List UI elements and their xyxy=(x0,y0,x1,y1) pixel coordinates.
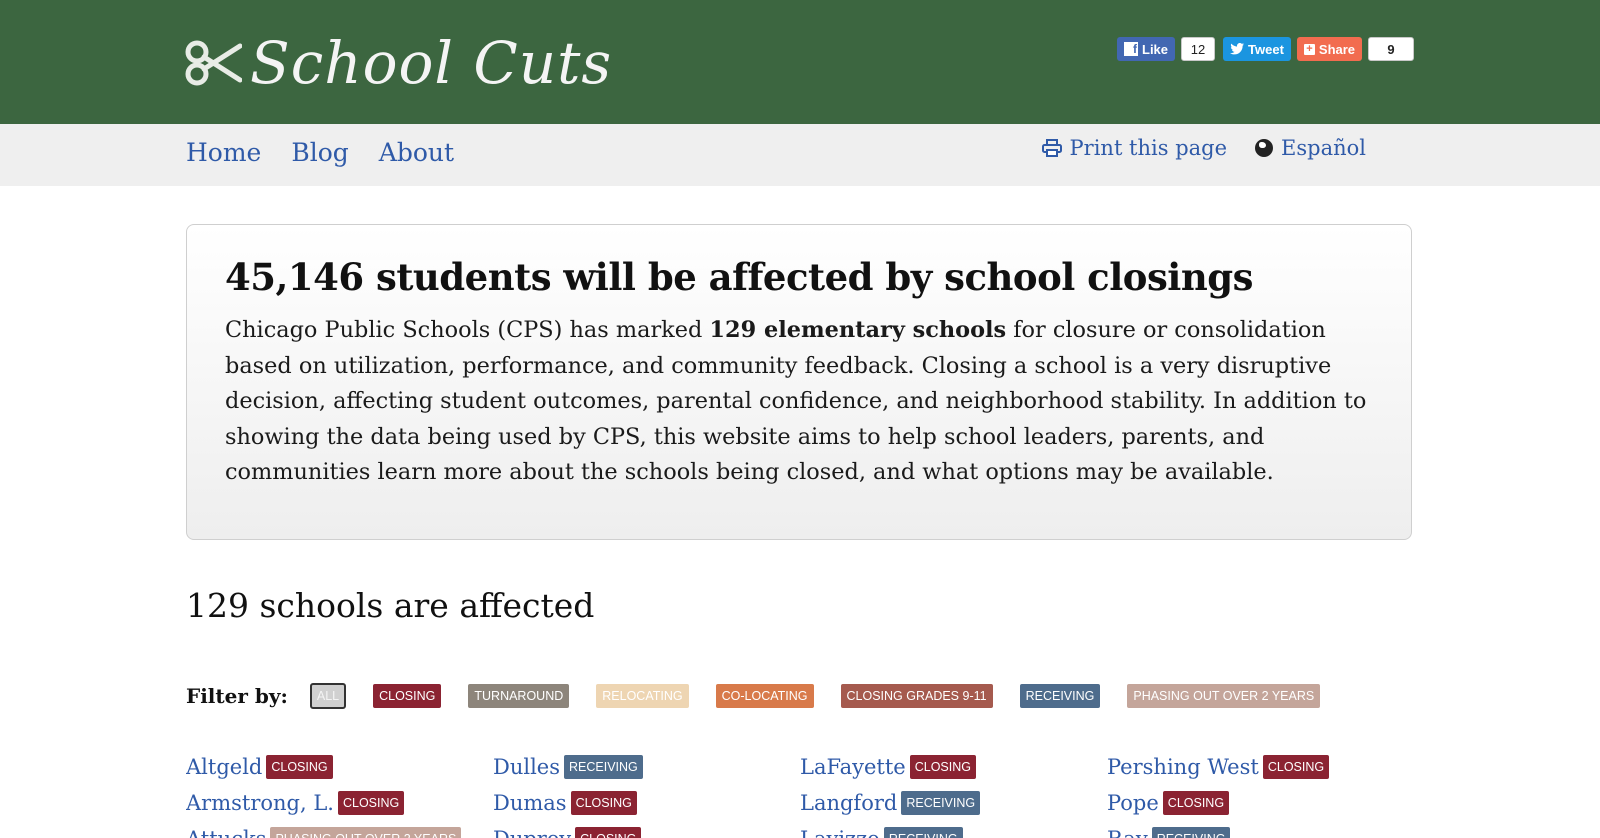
nav-utilities: Print this page Español xyxy=(1041,136,1366,160)
school-item: LavizzoRECEIVING xyxy=(800,824,1107,838)
hero-text-bold: 129 elementary schools xyxy=(709,317,1007,343)
social-buttons: f Like 12 Tweet + Share 9 xyxy=(1117,36,1422,62)
site-header: School Cuts f Like 12 Tweet + Share 9 xyxy=(0,0,1600,124)
plus-icon: + xyxy=(1303,43,1315,55)
tweet-button[interactable]: Tweet xyxy=(1223,37,1291,61)
facebook-icon: f xyxy=(1124,42,1138,56)
nav-about-link[interactable]: About xyxy=(379,138,454,167)
school-item: Duprey CLOSING xyxy=(493,824,800,838)
school-item: Langford RECEIVING xyxy=(800,788,1107,818)
printer-icon xyxy=(1041,139,1062,157)
status-badge: CLOSING xyxy=(1162,791,1230,815)
school-column: DullesRECEIVING DumasCLOSING DupreyCLOSI… xyxy=(493,752,800,838)
share-count: 9 xyxy=(1368,37,1415,61)
filter-co-locating[interactable]: CO-LOCATING xyxy=(715,684,814,708)
school-link[interactable]: Langford xyxy=(800,791,897,815)
share-button[interactable]: + Share xyxy=(1296,37,1363,61)
filter-label: Filter by: xyxy=(186,684,288,708)
school-column: AltgeldCLOSING Armstrong, L.CLOSING Attu… xyxy=(186,752,493,838)
like-count: 12 xyxy=(1181,37,1216,61)
status-badge: CLOSING xyxy=(266,755,333,779)
school-link[interactable]: Dulles xyxy=(493,755,560,779)
logo-text: School Cuts xyxy=(250,29,613,97)
filter-phasing-out[interactable]: PHASING OUT OVER 2 YEARS xyxy=(1127,684,1321,708)
scissors-icon xyxy=(185,40,242,86)
twitter-bird-icon xyxy=(1230,43,1245,55)
school-link[interactable]: Lavizzo xyxy=(800,827,880,838)
status-badge: RECEIVING xyxy=(901,791,981,815)
filter-bar: Filter by: ALL CLOSING TURNAROUND RELOCA… xyxy=(186,680,1347,712)
status-badge: CLOSING xyxy=(337,791,405,815)
language-label: Español xyxy=(1281,136,1366,160)
print-label: Print this page xyxy=(1069,136,1228,160)
language-link[interactable]: Español xyxy=(1255,136,1366,160)
school-item: Altgeld CLOSING xyxy=(186,752,493,782)
school-link[interactable]: Ray xyxy=(1107,827,1148,838)
filter-closing-grades[interactable]: CLOSING GRADES 9-11 xyxy=(840,684,993,708)
print-page-link[interactable]: Print this page xyxy=(1041,136,1228,160)
school-link[interactable]: Armstrong, L. xyxy=(186,791,334,815)
school-list: AltgeldCLOSING Armstrong, L.CLOSING Attu… xyxy=(186,752,1416,838)
hero-description: Chicago Public Schools (CPS) has marked … xyxy=(225,313,1373,491)
nav-bar: Home Blog About Print this page Español xyxy=(0,124,1600,186)
nav-home-link[interactable]: Home xyxy=(186,138,261,167)
filter-turnaround[interactable]: TURNAROUND xyxy=(468,684,570,708)
site-logo[interactable]: School Cuts xyxy=(184,28,612,98)
globe-icon xyxy=(1255,139,1274,157)
hero-text-part: Chicago Public Schools (CPS) has marked xyxy=(225,317,710,343)
school-link[interactable]: Attucks xyxy=(186,827,266,838)
hero-title: 45,146 students will be affected by scho… xyxy=(225,255,1253,299)
school-link[interactable]: Dumas xyxy=(493,791,567,815)
school-item: Attucks PHASING OUT OVER 2 YEARS xyxy=(186,824,493,838)
filter-closing[interactable]: CLOSING xyxy=(373,684,442,708)
school-item: Pershing West CLOSING xyxy=(1107,752,1414,782)
status-badge: CLOSING xyxy=(575,827,642,838)
status-badge: RECEIVING xyxy=(883,827,963,838)
school-item: LaFayette CLOSING xyxy=(800,752,1107,782)
filter-receiving[interactable]: RECEIVING xyxy=(1019,684,1101,708)
school-column: LaFayetteCLOSING LangfordRECEIVING Laviz… xyxy=(800,752,1107,838)
filter-relocating[interactable]: RELOCATING xyxy=(596,684,689,708)
school-link[interactable]: LaFayette xyxy=(800,755,906,779)
school-link[interactable]: Pershing West xyxy=(1107,755,1259,779)
status-badge: PHASING OUT OVER 2 YEARS xyxy=(270,827,462,838)
school-item: Armstrong, L. CLOSING xyxy=(186,788,493,818)
schools-section-title: 129 schools are affected xyxy=(186,586,595,625)
school-item: Dulles RECEIVING xyxy=(493,752,800,782)
school-link[interactable]: Duprey xyxy=(493,827,571,838)
school-item: Dumas CLOSING xyxy=(493,788,800,818)
status-badge: CLOSING xyxy=(570,791,637,815)
school-column: Pershing WestCLOSING PopeCLOSING RayRECE… xyxy=(1107,752,1414,838)
status-badge: CLOSING xyxy=(909,755,976,779)
nav-blog-link[interactable]: Blog xyxy=(291,138,348,167)
status-badge: RECEIVING xyxy=(564,755,643,779)
tweet-label: Tweet xyxy=(1248,41,1284,57)
facebook-like-button[interactable]: f Like xyxy=(1117,37,1176,61)
main-nav: Home Blog About xyxy=(186,138,454,167)
school-item: Pope CLOSING xyxy=(1107,788,1414,818)
filter-all[interactable]: ALL xyxy=(309,683,347,709)
school-link[interactable]: Altgeld xyxy=(186,755,262,779)
status-badge: CLOSING xyxy=(1262,755,1330,779)
intro-panel: 45,146 students will be affected by scho… xyxy=(186,224,1412,540)
like-label: Like xyxy=(1142,41,1169,57)
status-badge: RECEIVING xyxy=(1151,827,1231,838)
share-label: Share xyxy=(1318,41,1356,57)
school-link[interactable]: Pope xyxy=(1107,791,1159,815)
school-item: RayRECEIVING xyxy=(1107,824,1414,838)
